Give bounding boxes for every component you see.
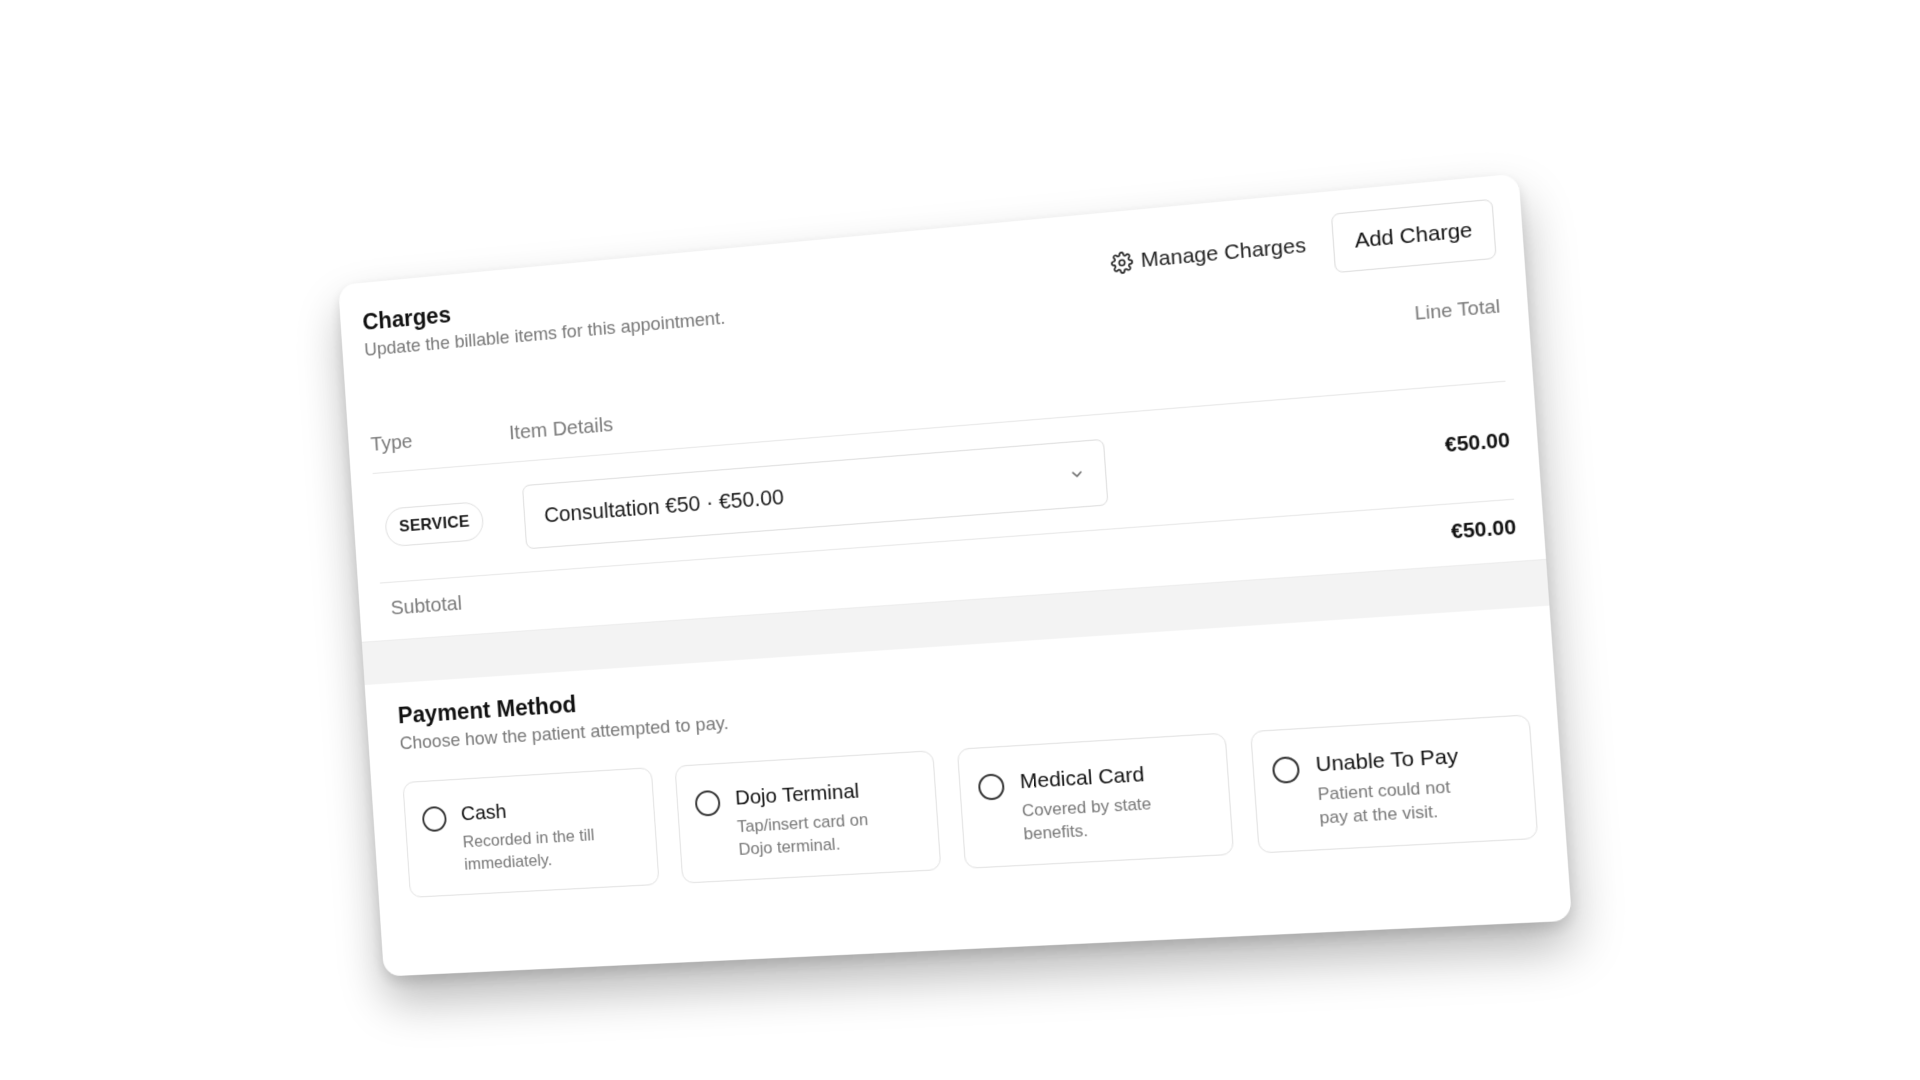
payment-option-title: Dojo Terminal bbox=[734, 779, 860, 810]
payment-option-title: Unable To Pay bbox=[1314, 744, 1459, 777]
radio-unchecked-icon[interactable] bbox=[977, 773, 1006, 801]
radio-unchecked-icon[interactable] bbox=[694, 789, 721, 817]
payment-option-unable-to-pay[interactable]: Unable To Pay Patient could not pay at t… bbox=[1250, 714, 1539, 854]
radio-unchecked-icon[interactable] bbox=[1271, 755, 1301, 785]
payment-option-title: Cash bbox=[460, 800, 508, 826]
charges-payment-card: Charges Update the billable items for th… bbox=[338, 173, 1573, 977]
line-total-value: €50.00 bbox=[1444, 428, 1511, 457]
payment-option-cash[interactable]: Cash Recorded in the till immediately. bbox=[402, 767, 660, 898]
subtotal-label: Subtotal bbox=[390, 592, 463, 620]
payment-option-desc: Recorded in the till immediately. bbox=[462, 825, 595, 874]
payment-option-text: Medical Card Covered by state benefits. bbox=[1019, 761, 1175, 846]
payment-option-title: Medical Card bbox=[1019, 762, 1146, 794]
payment-option-desc: Covered by state benefits. bbox=[1021, 794, 1152, 844]
item-details-select[interactable]: Consultation €50 · €50.00 bbox=[522, 438, 1109, 550]
charge-type-badge: SERVICE bbox=[384, 501, 485, 548]
stage: Charges Update the billable items for th… bbox=[0, 0, 1920, 1080]
manage-charges-label: Manage Charges bbox=[1140, 233, 1307, 273]
payment-option-medical-card[interactable]: Medical Card Covered by state benefits. bbox=[956, 732, 1235, 869]
payment-option-desc: Patient could not pay at the visit. bbox=[1317, 777, 1451, 828]
add-charge-button[interactable]: Add Charge bbox=[1330, 198, 1497, 274]
charges-actions: Manage Charges Add Charge bbox=[1105, 198, 1497, 294]
payment-option-desc: Tap/insert card on Dojo terminal. bbox=[736, 810, 869, 859]
payment-option-text: Dojo Terminal Tap/insert card on Dojo te… bbox=[734, 778, 885, 861]
column-header-type: Type bbox=[369, 430, 414, 456]
item-details-value: Consultation €50 · €50.00 bbox=[543, 484, 785, 528]
subtotal-value: €50.00 bbox=[1450, 515, 1517, 544]
chevron-down-icon bbox=[1069, 466, 1086, 483]
charges-header: Charges Update the billable items for th… bbox=[362, 276, 726, 361]
manage-charges-button[interactable]: Manage Charges bbox=[1105, 227, 1311, 282]
payment-option-text: Unable To Pay Patient could not pay at t… bbox=[1315, 744, 1478, 831]
gear-icon bbox=[1110, 251, 1134, 275]
payment-option-dojo-terminal[interactable]: Dojo Terminal Tap/insert card on Dojo te… bbox=[674, 750, 942, 884]
radio-unchecked-icon[interactable] bbox=[421, 805, 448, 833]
payment-option-text: Cash Recorded in the till immediately. bbox=[460, 795, 605, 877]
